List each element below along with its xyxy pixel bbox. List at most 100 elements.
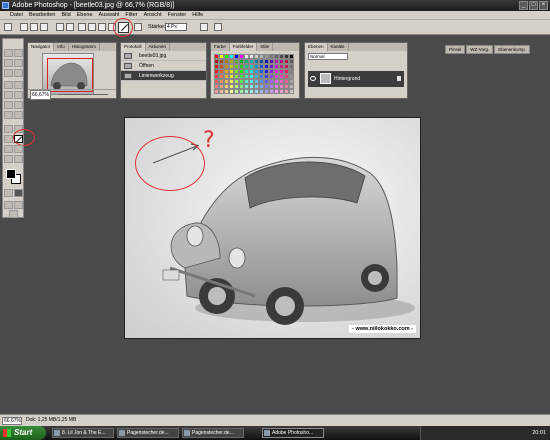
eraser-tool-icon[interactable]: [4, 101, 13, 109]
start-label: Start: [14, 428, 33, 437]
history-item-open[interactable]: Öffnen: [121, 61, 206, 71]
windows-flag-icon: [3, 429, 11, 437]
menu-datei[interactable]: Datei: [10, 11, 23, 19]
layer-row-background[interactable]: Hintergrund: [308, 71, 404, 87]
crop-tool-icon[interactable]: [4, 69, 13, 77]
standard-mode-icon[interactable]: [4, 189, 13, 197]
history-panel: Protokoll Aktionen beetle03.jpg Öffnen L…: [120, 42, 207, 99]
status-zoom-field[interactable]: 66,67%: [2, 417, 22, 425]
history-item-label: Öffnen: [139, 63, 154, 69]
menu-ansicht[interactable]: Ansicht: [144, 11, 162, 19]
geometry-options-icon[interactable]: [200, 23, 208, 31]
ellipse-shape-icon[interactable]: [98, 23, 106, 31]
taskbar-item-photoshop[interactable]: Adobe Photosho...: [262, 428, 324, 438]
jump-to-imageready-icon[interactable]: [9, 210, 18, 218]
hand-tool-icon[interactable]: [4, 155, 13, 163]
history-snapshot[interactable]: beetle03.jpg: [121, 51, 206, 61]
taskbar-item-label: Pagenstecher.de...: [127, 430, 169, 436]
menu-filter[interactable]: Filter: [125, 11, 137, 19]
eyedropper-icon[interactable]: [14, 145, 23, 153]
red-annotation-circle-canvas: [135, 136, 205, 191]
move-tool-icon[interactable]: [14, 49, 23, 57]
magic-wand-icon[interactable]: [14, 59, 23, 67]
style-icon[interactable]: [214, 23, 222, 31]
visibility-eye-icon[interactable]: [310, 76, 316, 81]
blur-tool-icon[interactable]: [4, 111, 13, 119]
window-controls: _ □ ×: [519, 1, 548, 10]
tab-styles[interactable]: Stile: [257, 43, 274, 51]
marquee-tool-icon[interactable]: [4, 49, 13, 57]
taskbar-item-browser-2[interactable]: Pagenstecher.de...: [182, 428, 244, 438]
menu-hilfe[interactable]: Hilfe: [192, 11, 203, 19]
gradient-tool-icon[interactable]: [14, 101, 23, 109]
healing-brush-icon[interactable]: [4, 81, 13, 89]
well-tab-layer-comps[interactable]: Ebenenkomp.: [494, 45, 530, 54]
screen-mode-full-icon[interactable]: [14, 201, 23, 209]
shape-layers-icon[interactable]: [20, 23, 28, 31]
taskbar-item-music[interactable]: 8. Lil Jon & The E...: [52, 428, 114, 438]
path-selection-icon[interactable]: [4, 125, 13, 133]
brush-tool-icon[interactable]: [14, 81, 23, 89]
paths-icon[interactable]: [30, 23, 38, 31]
menu-bearbeiten[interactable]: Bearbeiten: [29, 11, 56, 19]
navigator-zoom-field[interactable]: 66,67%: [30, 90, 51, 100]
tab-histogram[interactable]: Histogramm: [69, 43, 101, 51]
screen-mode-standard-icon[interactable]: [4, 201, 13, 209]
menu-ebene[interactable]: Ebene: [77, 11, 93, 19]
foreground-color-swatch[interactable]: [6, 169, 16, 179]
quick-mask-icon[interactable]: [14, 189, 23, 197]
well-tab-tool-presets[interactable]: WZ-Vorg.: [466, 45, 494, 54]
taskbar-item-label: Pagenstecher.de...: [192, 430, 234, 436]
media-player-icon: [54, 430, 60, 436]
lasso-tool-icon[interactable]: [4, 59, 13, 67]
clone-stamp-icon[interactable]: [4, 91, 13, 99]
freeform-pen-icon[interactable]: [66, 23, 74, 31]
image-credit: - www.niilokokko.com -: [349, 325, 416, 333]
swatch-grid[interactable]: [214, 54, 296, 94]
photoshop-icon: [264, 430, 270, 436]
tab-actions[interactable]: Aktionen: [146, 43, 171, 51]
menu-bild[interactable]: Bild: [61, 11, 70, 19]
well-tab-brushes[interactable]: Pinsel: [444, 45, 466, 54]
history-brush-icon[interactable]: [14, 91, 23, 99]
blend-mode-select[interactable]: Normal: [308, 53, 348, 60]
window-titlebar: Adobe Photoshop - [beetle03.jpg @ 66,7% …: [0, 0, 550, 11]
tab-info[interactable]: Info: [54, 43, 69, 51]
pen-icon[interactable]: [56, 23, 64, 31]
tab-swatches[interactable]: Farbfelder: [229, 43, 258, 51]
swatch-cell[interactable]: [289, 89, 294, 94]
weight-input[interactable]: 4 Px: [165, 23, 187, 31]
maximize-button[interactable]: □: [529, 1, 538, 10]
tool-preset-icon[interactable]: [4, 23, 12, 31]
menu-fenster[interactable]: Fenster: [168, 11, 187, 19]
tab-channels[interactable]: Kanäle: [328, 43, 349, 51]
history-state-icon: [124, 73, 132, 79]
document-canvas[interactable]: ? - www.niilokokko.com -: [124, 117, 421, 339]
zoom-tool-icon[interactable]: [14, 155, 23, 163]
minimize-button[interactable]: _: [519, 1, 528, 10]
tab-layers[interactable]: Ebenen: [305, 43, 328, 51]
toolbox: [2, 38, 35, 218]
tab-color[interactable]: Farbe: [211, 43, 230, 51]
fill-pixels-icon[interactable]: [40, 23, 48, 31]
tab-navigator[interactable]: Navigator: [28, 43, 55, 51]
layer-name: Hintergrund: [334, 76, 361, 82]
rectangle-shape-icon[interactable]: [78, 23, 86, 31]
rounded-rectangle-icon[interactable]: [88, 23, 96, 31]
pen-tool-icon[interactable]: [4, 135, 13, 143]
custom-shape-icon[interactable]: [134, 23, 142, 31]
navigator-zoom-slider[interactable]: [58, 94, 108, 95]
taskbar-item-browser-1[interactable]: Pagenstecher.de...: [117, 428, 179, 438]
history-state-icon: [124, 63, 132, 69]
start-button[interactable]: Start: [0, 426, 46, 440]
tab-history[interactable]: Protokoll: [121, 43, 146, 51]
clock: 20:01: [532, 430, 546, 436]
menu-auswahl[interactable]: Auswahl: [99, 11, 120, 19]
close-button[interactable]: ×: [539, 1, 548, 10]
dodge-tool-icon[interactable]: [14, 111, 23, 119]
navigator-view-box[interactable]: [47, 58, 93, 92]
history-item-line-tool[interactable]: Linienwerkzeug: [121, 71, 206, 81]
options-bar: Stärke: 4 Px Pinsel WZ-Vorg. Ebenenkomp.: [0, 18, 550, 54]
slice-tool-icon[interactable]: [14, 69, 23, 77]
notes-tool-icon[interactable]: [4, 145, 13, 153]
